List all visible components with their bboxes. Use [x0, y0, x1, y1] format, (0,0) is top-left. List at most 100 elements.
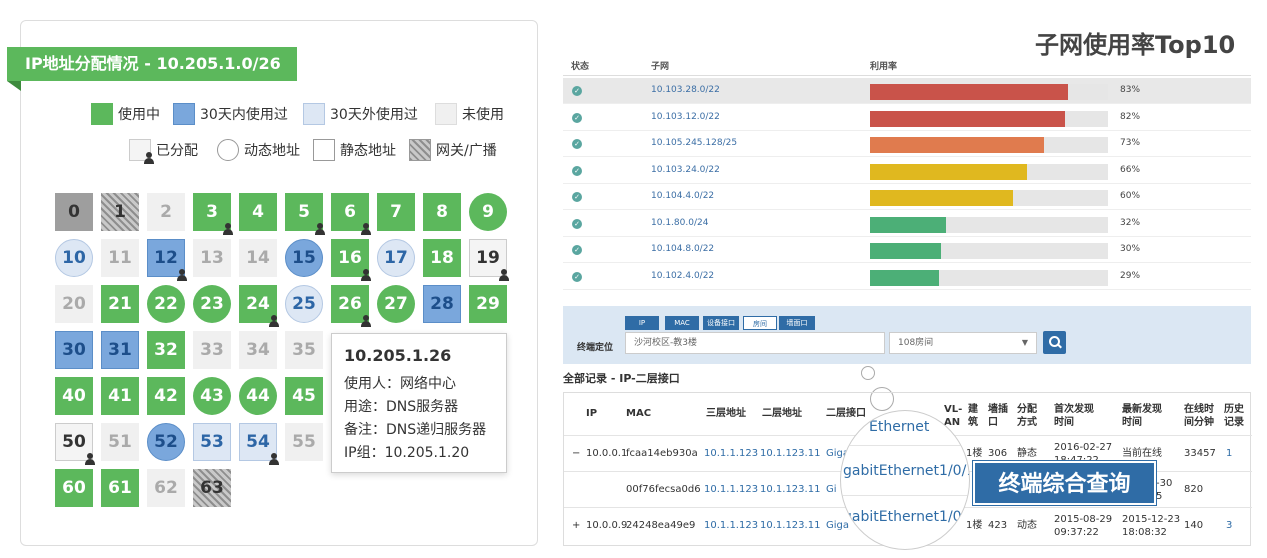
search-button[interactable]: [1043, 331, 1066, 354]
row-toggle[interactable]: +: [572, 519, 580, 532]
cell-hist[interactable]: 3: [1226, 519, 1232, 532]
ip-cell[interactable]: 31: [101, 331, 139, 369]
ip-cell[interactable]: 13: [193, 239, 231, 277]
ip-cell[interactable]: 1: [101, 193, 139, 231]
ip-cell[interactable]: 18: [423, 239, 461, 277]
subnet-row[interactable]: ✓ 10.104.8.0/22 30%: [563, 237, 1251, 263]
col-first-a: 首次发现: [1054, 404, 1094, 415]
ip-cell[interactable]: 61: [101, 469, 139, 507]
ip-cell[interactable]: 21: [101, 285, 139, 323]
subnet-link[interactable]: 10.103.12.0/22: [651, 112, 720, 122]
row-toggle[interactable]: −: [572, 447, 580, 460]
ip-cell[interactable]: 15: [285, 239, 323, 277]
ip-cell[interactable]: 53: [193, 423, 231, 461]
tab-device-port[interactable]: 设备接口: [703, 316, 739, 330]
ip-cell[interactable]: 2: [147, 193, 185, 231]
tooltip-group: IP组：10.205.1.20: [344, 445, 470, 461]
header-usage: 利用率: [870, 62, 898, 72]
user-icon: [177, 269, 187, 281]
ip-cell[interactable]: 8: [423, 193, 461, 231]
tab-ip[interactable]: IP: [625, 316, 659, 330]
ip-cell[interactable]: 32: [147, 331, 185, 369]
subnet-link[interactable]: 10.103.24.0/22: [651, 165, 720, 175]
cell-alloc: 静态: [1017, 448, 1037, 459]
col-mac: MAC: [626, 408, 652, 419]
cell-l3[interactable]: 10.1.1.123: [704, 483, 758, 496]
ip-cell[interactable]: 17: [377, 239, 415, 277]
ip-cell[interactable]: 9: [469, 193, 507, 231]
ip-cell[interactable]: 35: [285, 331, 323, 369]
ip-cell[interactable]: 42: [147, 377, 185, 415]
ip-cell[interactable]: 44: [239, 377, 277, 415]
tab-room[interactable]: 房间: [743, 316, 777, 330]
ip-cell[interactable]: 27: [377, 285, 415, 323]
subnet-row[interactable]: ✓ 10.103.24.0/22 66%: [563, 158, 1251, 184]
subnet-link[interactable]: 10.1.80.0/24: [651, 218, 708, 228]
ip-cell[interactable]: 45: [285, 377, 323, 415]
cell-l2[interactable]: 10.1.123.11: [760, 483, 820, 496]
ip-cell[interactable]: 22: [147, 285, 185, 323]
subnet-row[interactable]: ✓ 10.105.245.128/25 73%: [563, 131, 1251, 157]
subnet-link[interactable]: 10.104.4.0/22: [651, 191, 714, 201]
ip-cell[interactable]: 62: [147, 469, 185, 507]
col-wall-b: 口: [988, 417, 998, 428]
ip-cell[interactable]: 4: [239, 193, 277, 231]
ip-cell[interactable]: 51: [101, 423, 139, 461]
ip-cell[interactable]: 34: [239, 331, 277, 369]
subnet-link[interactable]: 10.102.4.0/22: [651, 271, 714, 281]
subnet-link[interactable]: 10.103.28.0/22: [651, 85, 720, 95]
ip-cell[interactable]: 55: [285, 423, 323, 461]
ip-cell[interactable]: 25: [285, 285, 323, 323]
ip-cell[interactable]: 63: [193, 469, 231, 507]
subnet-row[interactable]: ✓ 10.103.28.0/22 83%: [563, 78, 1251, 104]
ip-cell[interactable]: 33: [193, 331, 231, 369]
subnet-link[interactable]: 10.105.245.128/25: [651, 138, 737, 148]
cell-hist[interactable]: 1: [1226, 447, 1232, 460]
cell-l3[interactable]: 10.1.1.123: [704, 519, 758, 532]
subnet-row[interactable]: ✓ 10.102.4.0/22 29%: [563, 264, 1251, 290]
cell-l3[interactable]: 10.1.1.123: [704, 447, 758, 460]
cell-last: -30: [1156, 478, 1173, 489]
legend-label: 30天内使用过: [200, 107, 288, 123]
ip-cell[interactable]: 52: [147, 423, 185, 461]
room-select[interactable]: 108房间 ▼: [889, 332, 1037, 354]
col-online-b: 间分钟: [1184, 417, 1214, 428]
cell-port[interactable]: Gi: [826, 483, 837, 496]
ip-cell[interactable]: 0: [55, 193, 93, 231]
cell-last-time: 5: [1156, 491, 1163, 502]
tab-mac[interactable]: MAC: [665, 316, 699, 330]
ip-cell[interactable]: 40: [55, 377, 93, 415]
tab-wall-port[interactable]: 墙面口: [779, 316, 815, 330]
tooltip-note: 备注：DNS递归服务器: [344, 422, 487, 438]
col-alloc-a: 分配: [1017, 404, 1037, 415]
cell-online: 820: [1184, 484, 1204, 495]
header-status: 状态: [571, 62, 590, 72]
ip-cell[interactable]: 30: [55, 331, 93, 369]
cell-last-time: 18:08:32: [1122, 527, 1167, 538]
status-ok-icon: ✓: [572, 86, 582, 96]
ip-cell[interactable]: 14: [239, 239, 277, 277]
subnet-row[interactable]: ✓ 10.104.4.0/22 60%: [563, 184, 1251, 210]
usage-bar: [870, 163, 1108, 180]
ip-cell[interactable]: 29: [469, 285, 507, 323]
legend-swatch-used: [91, 103, 113, 125]
ip-cell[interactable]: 23: [193, 285, 231, 323]
magnifier-lens: Ethernet gabitEthernet1/0/13 gabitEthern…: [840, 410, 970, 550]
ip-cell[interactable]: 60: [55, 469, 93, 507]
subnet-link[interactable]: 10.104.8.0/22: [651, 244, 714, 254]
cell-l2[interactable]: 10.1.123.11: [760, 519, 820, 532]
ip-cell[interactable]: 11: [101, 239, 139, 277]
ip-cell[interactable]: 28: [423, 285, 461, 323]
ip-cell[interactable]: 43: [193, 377, 231, 415]
ip-cell[interactable]: 41: [101, 377, 139, 415]
cell-last: 当前在线: [1122, 448, 1162, 459]
ip-cell[interactable]: 20: [55, 285, 93, 323]
cell-l2[interactable]: 10.1.123.11: [760, 447, 820, 460]
subnet-row[interactable]: ✓ 10.103.12.0/22 82%: [563, 105, 1251, 131]
subnet-row[interactable]: ✓ 10.1.80.0/24 32%: [563, 211, 1251, 237]
status-ok-icon: ✓: [572, 245, 582, 255]
ip-cell[interactable]: 7: [377, 193, 415, 231]
legend-swatch-assigned: [129, 139, 154, 164]
campus-input[interactable]: 沙河校区-教3楼: [625, 332, 885, 354]
ip-cell[interactable]: 10: [55, 239, 93, 277]
